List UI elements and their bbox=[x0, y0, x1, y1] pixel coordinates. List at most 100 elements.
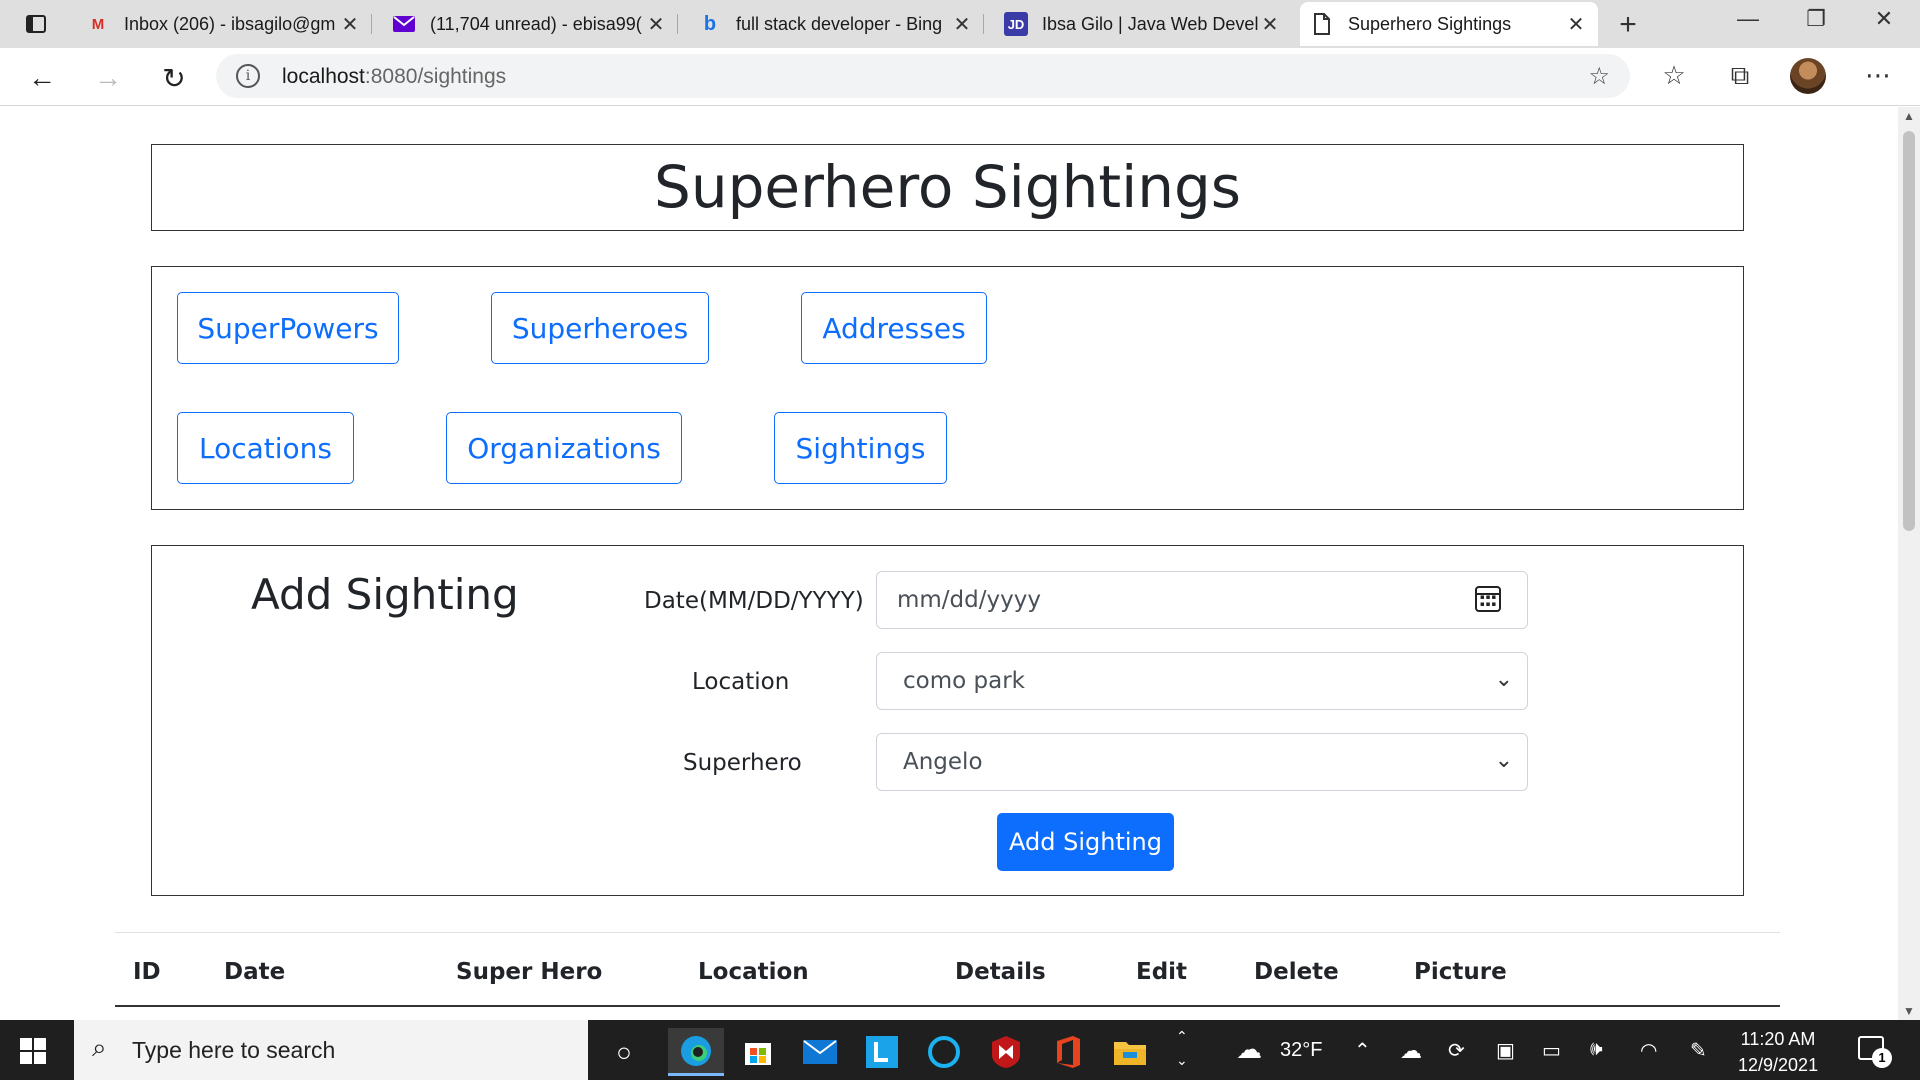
close-window-icon[interactable]: ✕ bbox=[1856, 6, 1912, 32]
url-text: localhost:8080/sightings bbox=[282, 65, 507, 88]
column-header-id: ID bbox=[133, 959, 161, 985]
profile-avatar[interactable] bbox=[1790, 58, 1826, 94]
weather-temperature[interactable]: 32°F bbox=[1280, 1039, 1322, 1062]
l-app-icon[interactable] bbox=[854, 1028, 910, 1076]
chevron-down-icon: ⌄ bbox=[1494, 667, 1513, 692]
nav-organizations-button[interactable]: Organizations bbox=[446, 412, 682, 484]
more-menu-icon[interactable]: ⋯ bbox=[1858, 60, 1898, 91]
tab-title: full stack developer - Bing bbox=[736, 13, 943, 34]
form-title: Add Sighting bbox=[251, 570, 519, 619]
weather-cloud-icon[interactable]: ☁ bbox=[1236, 1034, 1262, 1065]
yahoo-mail-icon bbox=[392, 12, 416, 36]
edge-icon[interactable] bbox=[668, 1028, 724, 1076]
close-tab-icon[interactable]: ✕ bbox=[950, 12, 974, 37]
search-icon: ⌕ bbox=[92, 1032, 107, 1062]
volume-icon[interactable]: 🕪 bbox=[1590, 1038, 1603, 1061]
tab-java-dev[interactable]: JD Ibsa Gilo | Java Web Devel ✕ bbox=[994, 2, 1292, 46]
superhero-select[interactable]: Angelo ⌄ bbox=[876, 733, 1528, 791]
windows-taskbar: ⌕ Type here to search ○ ⌃ ⌄ ☁ 32°F ⌃ ☁ ⟳ … bbox=[0, 1020, 1920, 1080]
close-tab-icon[interactable]: ✕ bbox=[1258, 12, 1282, 37]
location-selected-value: como park bbox=[903, 668, 1025, 694]
nav-addresses-button[interactable]: Addresses bbox=[801, 292, 987, 364]
file-explorer-icon[interactable] bbox=[1102, 1028, 1158, 1076]
system-clock[interactable]: 11:20 AM 12/9/2021 bbox=[1738, 1026, 1818, 1078]
page-icon bbox=[1310, 12, 1334, 36]
add-sighting-button[interactable]: Add Sighting bbox=[997, 813, 1174, 871]
search-placeholder: Type here to search bbox=[132, 1037, 336, 1063]
nav-locations-button[interactable]: Locations bbox=[177, 412, 354, 484]
chevron-down-icon: ⌄ bbox=[1494, 748, 1513, 773]
nav-superheroes-button[interactable]: Superheroes bbox=[491, 292, 709, 364]
taskbar-scroll-icon[interactable]: ⌃ ⌄ bbox=[1176, 1024, 1188, 1072]
column-header-details: Details bbox=[955, 959, 1046, 985]
taskbar-search-input[interactable]: ⌕ Type here to search bbox=[74, 1020, 588, 1080]
notification-icon[interactable]: 1 bbox=[1858, 1036, 1892, 1068]
mail-icon[interactable] bbox=[792, 1028, 848, 1076]
tab-superhero-sightings[interactable]: Superhero Sightings ✕ bbox=[1300, 2, 1598, 46]
cortana-icon[interactable]: ○ bbox=[596, 1028, 652, 1076]
column-header-super-hero: Super Hero bbox=[456, 959, 603, 985]
chevron-up-icon[interactable]: ⌃ bbox=[1354, 1038, 1371, 1063]
back-icon[interactable]: ← bbox=[22, 58, 62, 98]
location-select[interactable]: como park ⌄ bbox=[876, 652, 1528, 710]
close-tab-icon[interactable]: ✕ bbox=[338, 12, 362, 37]
tab-bing[interactable]: b full stack developer - Bing ✕ bbox=[688, 2, 984, 46]
superhero-selected-value: Angelo bbox=[903, 749, 983, 775]
restore-icon[interactable]: ❐ bbox=[1788, 6, 1844, 32]
scroll-up-icon[interactable]: ▲ bbox=[1898, 109, 1920, 123]
minimize-icon[interactable]: — bbox=[1720, 6, 1776, 32]
page-header: Superhero Sightings bbox=[151, 144, 1744, 231]
scroll-down-icon[interactable]: ▼ bbox=[1898, 1004, 1920, 1018]
tab-yahoo-mail[interactable]: (11,704 unread) - ebisa99( ✕ bbox=[382, 2, 678, 46]
tab-gmail[interactable]: M Inbox (206) - ibsagilo@gm ✕ bbox=[76, 2, 372, 46]
add-favorite-icon[interactable]: ☆ bbox=[1588, 62, 1610, 91]
table-divider bbox=[115, 932, 1780, 933]
page-viewport: Superhero Sightings SuperPowers Superher… bbox=[0, 107, 1898, 1020]
table-header-border bbox=[115, 1005, 1780, 1007]
jd-icon: JD bbox=[1004, 12, 1028, 36]
microsoft-store-icon[interactable] bbox=[730, 1028, 786, 1076]
page-scrollbar[interactable]: ▲ ▼ bbox=[1898, 107, 1920, 1020]
date-label: Date(MM/DD/YYYY) bbox=[644, 588, 864, 614]
date-input[interactable]: mm/dd/yyyy bbox=[876, 571, 1528, 629]
new-tab-icon[interactable]: + bbox=[1612, 8, 1644, 42]
calendar-icon[interactable] bbox=[1475, 586, 1501, 612]
pen-icon[interactable]: ✎ bbox=[1690, 1038, 1707, 1063]
mcafee-icon[interactable] bbox=[978, 1028, 1034, 1076]
tab-actions-icon bbox=[26, 15, 46, 33]
windows-start-icon[interactable] bbox=[20, 1038, 46, 1064]
tab-title: Ibsa Gilo | Java Web Devel bbox=[1042, 13, 1258, 34]
site-info-icon[interactable]: i bbox=[236, 64, 260, 88]
notification-count: 1 bbox=[1872, 1048, 1892, 1068]
battery-icon[interactable]: ▭ bbox=[1542, 1038, 1561, 1063]
nav-sightings-button[interactable]: Sightings bbox=[774, 412, 947, 484]
bing-icon: b bbox=[703, 12, 717, 35]
superhero-label: Superhero bbox=[683, 750, 802, 776]
tab-actions-button[interactable] bbox=[20, 10, 52, 38]
url-field[interactable]: i localhost:8080/sightings ☆ bbox=[216, 54, 1630, 98]
page-title: Superhero Sightings bbox=[654, 153, 1241, 221]
forward-icon[interactable]: → bbox=[88, 58, 128, 98]
column-header-location: Location bbox=[698, 959, 809, 985]
column-header-date: Date bbox=[224, 959, 286, 985]
nav-superpowers-button[interactable]: SuperPowers bbox=[177, 292, 399, 364]
clock-time: 11:20 AM bbox=[1740, 1029, 1816, 1049]
tab-title: Inbox (206) - ibsagilo@gm bbox=[124, 13, 336, 34]
collections-icon[interactable]: ⧉ bbox=[1720, 60, 1760, 92]
column-header-delete: Delete bbox=[1254, 959, 1339, 985]
office-icon[interactable] bbox=[1040, 1028, 1096, 1076]
scrollbar-thumb[interactable] bbox=[1903, 131, 1915, 531]
wifi-icon[interactable]: ◠ bbox=[1640, 1038, 1657, 1063]
onedrive-icon[interactable]: ☁ bbox=[1400, 1038, 1422, 1064]
column-header-edit: Edit bbox=[1136, 959, 1188, 985]
alexa-icon[interactable] bbox=[916, 1028, 972, 1076]
close-tab-icon[interactable]: ✕ bbox=[644, 12, 668, 37]
meet-now-icon[interactable]: ▣ bbox=[1496, 1038, 1515, 1063]
favorites-icon[interactable]: ☆ bbox=[1654, 60, 1694, 91]
clock-date: 12/9/2021 bbox=[1738, 1055, 1819, 1075]
refresh-icon[interactable]: ↻ bbox=[154, 58, 194, 98]
tab-title: Superhero Sightings bbox=[1348, 13, 1512, 34]
add-sighting-form: Add Sighting Date(MM/DD/YYYY) mm/dd/yyyy… bbox=[151, 545, 1744, 896]
close-tab-icon[interactable]: ✕ bbox=[1564, 12, 1588, 37]
sync-icon[interactable]: ⟳ bbox=[1448, 1038, 1465, 1063]
